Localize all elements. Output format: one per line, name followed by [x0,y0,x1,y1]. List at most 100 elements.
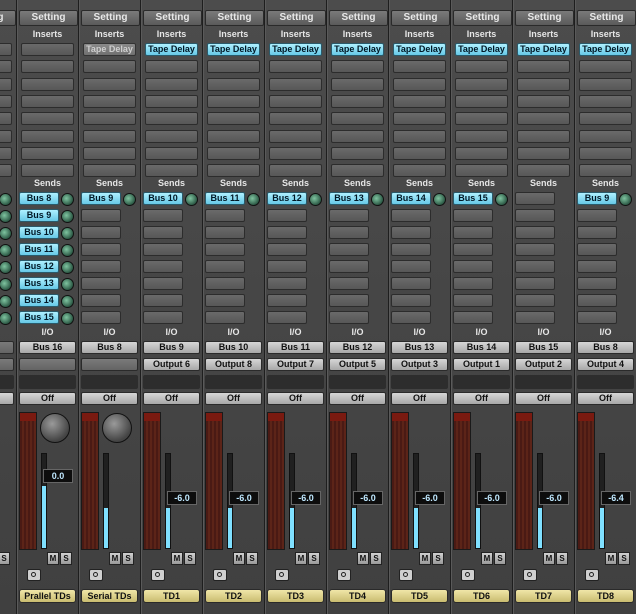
insert-slot[interactable] [21,43,74,56]
send-slot[interactable] [453,311,493,324]
insert-slot[interactable] [83,129,136,143]
send-slot[interactable] [453,260,493,273]
output-select[interactable]: Output 7 [267,358,324,371]
send-slot[interactable] [143,243,183,256]
send-level-knob[interactable] [61,278,74,291]
insert-slot[interactable] [269,112,322,126]
automation-slot[interactable] [19,375,76,389]
insert-slot[interactable] [207,60,260,74]
output-select[interactable] [19,358,76,371]
send-level-knob[interactable] [247,193,260,206]
send-slot[interactable] [143,260,183,273]
send-slot-active[interactable]: Bus 10 [19,226,59,239]
input-select[interactable]: Bus 9 [143,341,200,354]
send-level-knob[interactable] [0,295,12,308]
insert-slot[interactable] [207,146,260,160]
automation-mode-button[interactable]: Off [0,392,14,405]
clip-indicator[interactable] [578,413,594,421]
insert-slot[interactable] [145,164,198,178]
setting-button[interactable]: Setting [329,10,388,26]
mute-button[interactable]: M [47,552,59,565]
insert-slot[interactable] [145,129,198,143]
mute-button[interactable]: M [295,552,307,565]
automation-slot[interactable] [515,375,572,389]
send-level-knob[interactable] [0,244,12,257]
input-select[interactable]: Bus 10 [205,341,262,354]
insert-slot[interactable] [331,129,384,143]
insert-slot[interactable] [393,164,446,178]
send-slot[interactable] [515,192,555,205]
insert-slot[interactable] [579,112,632,126]
clip-indicator[interactable] [144,413,160,421]
insert-slot[interactable] [269,146,322,160]
send-level-knob[interactable] [371,193,384,206]
solo-button[interactable]: S [432,552,444,565]
insert-slot[interactable] [331,146,384,160]
insert-slot[interactable] [517,77,570,91]
setting-button[interactable]: Setting [391,10,450,26]
send-slot[interactable] [205,226,245,239]
insert-slot[interactable] [269,129,322,143]
send-slot[interactable] [515,277,555,290]
setting-button[interactable]: Setting [81,10,140,26]
insert-slot[interactable] [517,94,570,108]
record-enable-button[interactable] [27,569,41,581]
pan-knob[interactable] [102,413,132,443]
setting-button[interactable]: Setting [267,10,326,26]
solo-button[interactable]: S [60,552,72,565]
insert-slot[interactable] [207,164,260,178]
send-slot[interactable] [205,311,245,324]
solo-button[interactable]: S [122,552,134,565]
send-slot[interactable] [577,311,617,324]
insert-slot[interactable] [579,146,632,160]
insert-slot[interactable] [455,94,508,108]
send-slot[interactable] [391,277,431,290]
setting-button[interactable]: Setting [143,10,202,26]
setting-button[interactable]: Setting [205,10,264,26]
fader-value[interactable]: -6.0 [415,491,445,505]
send-slot[interactable] [515,226,555,239]
insert-slot[interactable] [455,77,508,91]
send-slot[interactable] [205,277,245,290]
automation-mode-button[interactable]: Off [453,392,510,405]
send-level-knob[interactable] [61,210,74,223]
send-level-knob[interactable] [61,312,74,325]
send-slot-active[interactable]: Bus 12 [19,260,59,273]
send-slot[interactable] [391,209,431,222]
send-slot[interactable] [81,209,121,222]
insert-slot[interactable] [393,60,446,74]
insert-slot[interactable] [83,60,136,74]
insert-slot[interactable] [21,112,74,126]
insert-slot-plugin[interactable]: Tape Delay [455,43,508,56]
clip-indicator[interactable] [392,413,408,421]
send-slot-active[interactable]: Bus 14 [19,294,59,307]
fader-value[interactable]: -6.0 [167,491,197,505]
insert-slot[interactable] [21,94,74,108]
input-select[interactable] [0,341,14,354]
insert-slot[interactable] [145,77,198,91]
input-select[interactable]: Bus 14 [453,341,510,354]
solo-button[interactable]: S [184,552,196,565]
send-slot[interactable] [577,226,617,239]
record-enable-button[interactable] [523,569,537,581]
clip-indicator[interactable] [268,413,284,421]
insert-slot[interactable] [517,146,570,160]
send-level-knob[interactable] [433,193,446,206]
fader-value[interactable]: -6.0 [291,491,321,505]
send-slot-active[interactable]: Bus 14 [391,192,431,205]
insert-slot[interactable] [517,129,570,143]
send-slot[interactable] [267,294,307,307]
send-slot[interactable] [267,209,307,222]
automation-slot[interactable] [391,375,448,389]
setting-button[interactable]: Setting [0,10,16,26]
insert-slot[interactable] [517,60,570,74]
insert-slot-plugin[interactable]: Tape Delay [331,43,384,56]
mute-button[interactable]: M [419,552,431,565]
input-select[interactable]: Bus 12 [329,341,386,354]
automation-slot[interactable] [329,375,386,389]
send-slot[interactable] [267,260,307,273]
send-slot[interactable] [143,226,183,239]
output-select[interactable]: Output 4 [577,358,634,371]
insert-slot[interactable] [0,43,12,56]
track-name[interactable]: Serial TDs [81,589,138,603]
